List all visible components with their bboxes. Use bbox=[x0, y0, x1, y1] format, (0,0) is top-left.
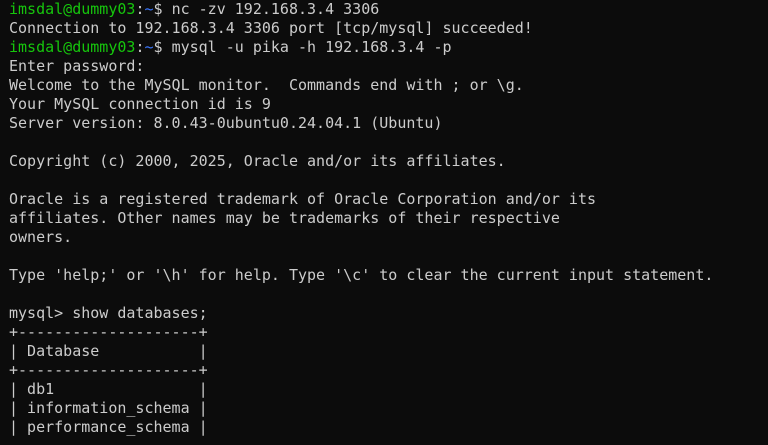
table-row: | performance_schema | bbox=[9, 418, 208, 436]
prompt-dollar: $ bbox=[153, 38, 172, 56]
welcome-line: Welcome to the MySQL monitor. Commands e… bbox=[9, 76, 524, 94]
connection-id-line: Your MySQL connection id is 9 bbox=[9, 95, 271, 113]
nc-output-line: Connection to 192.168.3.4 3306 port [tcp… bbox=[9, 19, 533, 37]
terminal-window[interactable]: imsdal@dummy03:~$ nc -zv 192.168.3.4 330… bbox=[0, 0, 768, 445]
trademark-line-3: owners. bbox=[9, 228, 73, 246]
mysql-query-line: mysql> show databases; bbox=[9, 304, 768, 323]
table-header: | Database | bbox=[9, 342, 208, 360]
prompt-user-host: imsdal@dummy03 bbox=[9, 0, 136, 18]
shell-prompt-line: imsdal@dummy03:~$ mysql -u pika -h 192.1… bbox=[9, 38, 768, 57]
help-line: Type 'help;' or '\h' for help. Type '\c'… bbox=[9, 266, 714, 284]
prompt-path: ~ bbox=[144, 0, 154, 18]
table-row: | information_schema | bbox=[9, 399, 208, 417]
shell-command: nc -zv 192.168.3.4 3306 bbox=[171, 0, 380, 18]
table-border-top: +--------------------+ bbox=[9, 323, 208, 341]
trademark-line-1: Oracle is a registered trademark of Orac… bbox=[9, 190, 596, 208]
mysql-prompt: mysql> bbox=[9, 304, 73, 322]
prompt-user-host: imsdal@dummy03 bbox=[9, 38, 136, 56]
shell-command: mysql -u pika -h 192.168.3.4 -p bbox=[171, 38, 452, 56]
shell-prompt-line: imsdal@dummy03:~$ nc -zv 192.168.3.4 330… bbox=[9, 0, 768, 19]
table-row: | db1 | bbox=[9, 380, 208, 398]
enter-password-line: Enter password: bbox=[9, 57, 145, 75]
server-version-line: Server version: 8.0.43-0ubuntu0.24.04.1 … bbox=[9, 114, 443, 132]
trademark-line-2: affiliates. Other names may be trademark… bbox=[9, 209, 560, 227]
copyright-line: Copyright (c) 2000, 2025, Oracle and/or … bbox=[9, 152, 506, 170]
prompt-path: ~ bbox=[144, 38, 154, 56]
mysql-query: show databases; bbox=[72, 304, 208, 322]
table-border-header: +--------------------+ bbox=[9, 361, 208, 379]
prompt-dollar: $ bbox=[153, 0, 172, 18]
